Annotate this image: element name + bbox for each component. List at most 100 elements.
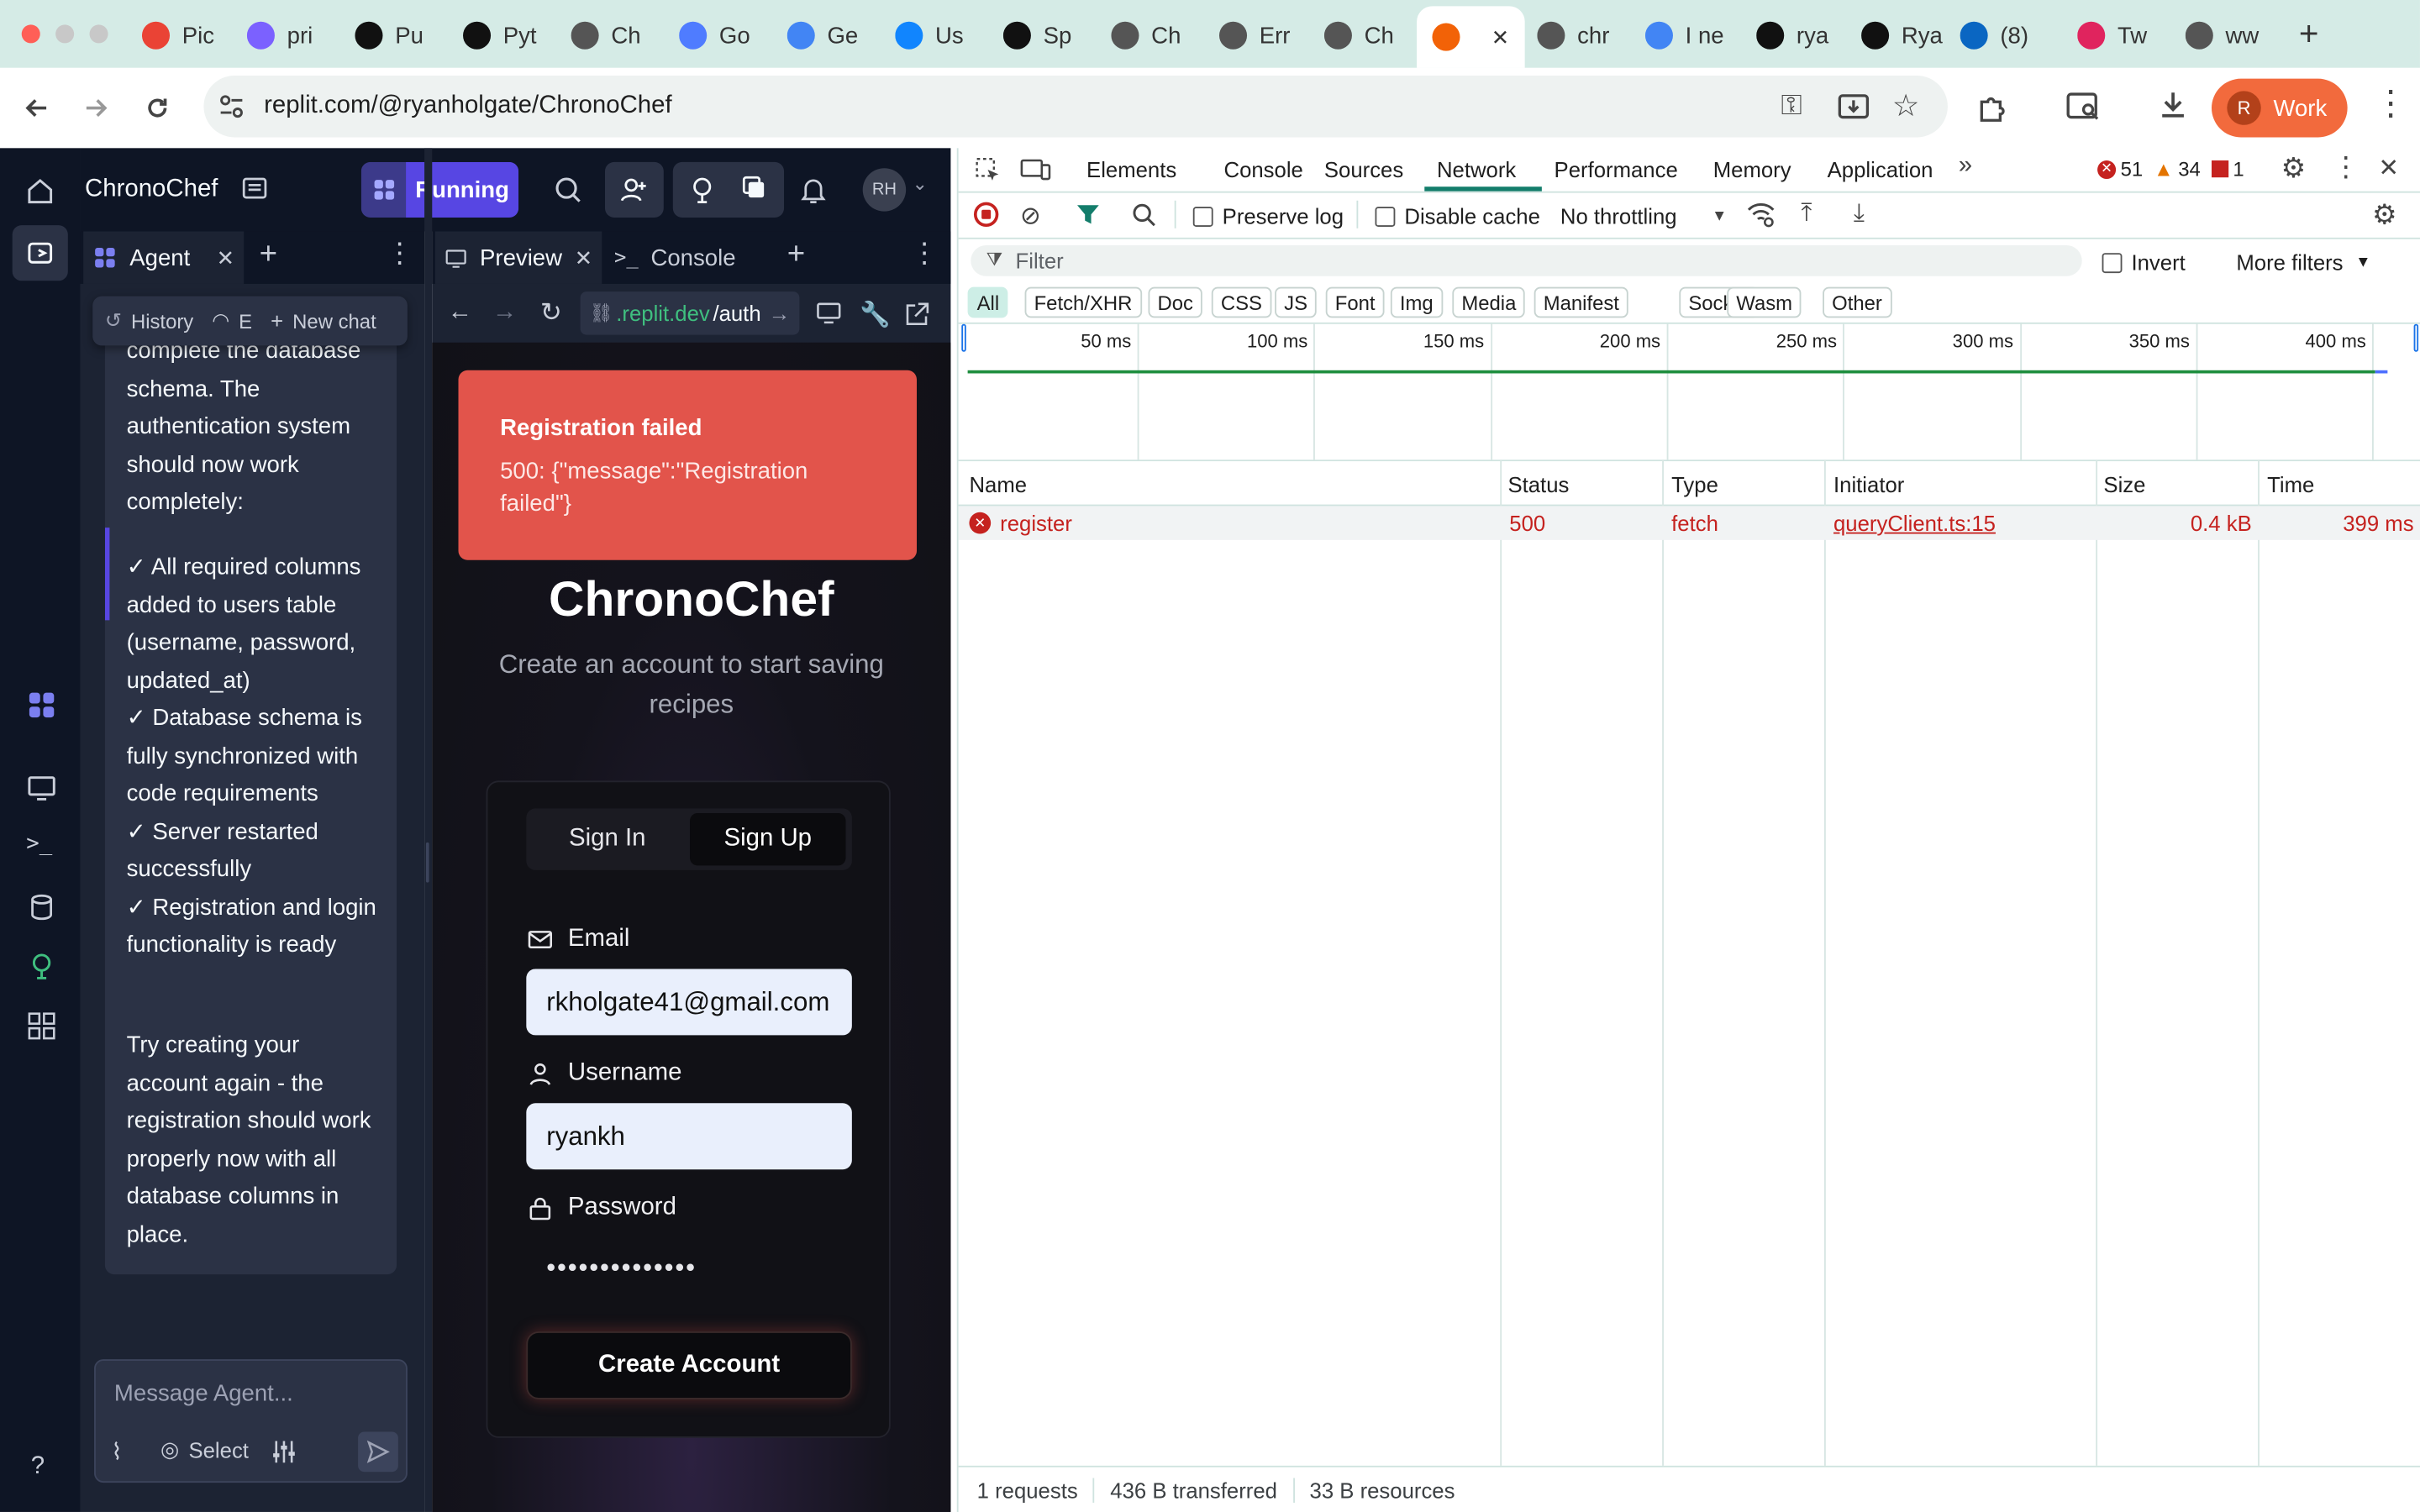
preview-url-bar[interactable]: ⛓ .replit.dev /auth → <box>580 291 800 335</box>
checkbox[interactable] <box>1375 206 1396 227</box>
browser-tab[interactable]: Ch <box>1323 9 1407 61</box>
filter-chip-media[interactable]: Media <box>1452 286 1526 318</box>
select-element-button[interactable]: ◎ Select <box>160 1436 249 1462</box>
browser-tab[interactable]: ✕ <box>1417 6 1525 68</box>
browser-tab[interactable]: Ge <box>786 9 880 61</box>
send-icon[interactable] <box>358 1431 398 1473</box>
invite-user-icon[interactable] <box>604 161 664 218</box>
pane-resize-handle[interactable] <box>424 148 433 1512</box>
browser-menu-icon[interactable]: ⋮ <box>2374 83 2407 123</box>
forward-arrow-icon[interactable] <box>74 87 117 129</box>
tab-search-icon[interactable] <box>2065 90 2102 132</box>
browser-tab[interactable]: Tw <box>2077 9 2170 61</box>
open-new-window-icon[interactable] <box>902 301 930 336</box>
chevron-down-icon[interactable]: ⌄ <box>912 173 927 195</box>
add-tab-plus-icon[interactable]: + <box>787 238 805 273</box>
bookmark-star-icon[interactable]: ☆ <box>1892 87 1920 125</box>
filter-input[interactable]: ⧩ Filter <box>971 245 2082 276</box>
column-header-status[interactable]: Status <box>1507 472 1569 496</box>
new-chat-button[interactable]: New chat <box>292 309 376 333</box>
browser-tab[interactable]: Ch <box>571 9 664 61</box>
devtools-tab-console[interactable]: Console <box>1224 148 1303 191</box>
devtools-menu-icon[interactable]: ⋮ <box>2332 151 2360 184</box>
browser-tab[interactable]: Pyt <box>463 9 555 61</box>
filter-chip-js[interactable]: JS <box>1275 286 1318 318</box>
column-header-initiator[interactable]: Initiator <box>1833 472 1904 496</box>
filter-chip-fetchxhr[interactable]: Fetch/XHR <box>1024 286 1142 318</box>
browser-tab[interactable]: pri <box>246 9 339 61</box>
browser-tab[interactable]: rya <box>1756 9 1846 61</box>
browser-tab[interactable]: I ne <box>1644 9 1741 61</box>
extensions-puzzle-icon[interactable] <box>1975 90 2009 132</box>
browser-tab[interactable]: Pu <box>355 9 447 61</box>
filter-chip-css[interactable]: CSS <box>1211 286 1271 318</box>
preserve-log-checkbox[interactable]: Preserve log <box>1192 203 1344 228</box>
column-header-size[interactable]: Size <box>2103 472 2145 496</box>
password-field[interactable]: •••••••••••••• <box>526 1237 852 1304</box>
agent-icon[interactable] <box>26 690 57 728</box>
settings-sliders-icon[interactable] <box>270 1438 297 1473</box>
browser-tab[interactable]: Rya <box>1861 9 1948 61</box>
devtools-tab-memory[interactable]: Memory <box>1713 148 1791 191</box>
project-files-icon[interactable] <box>241 175 269 210</box>
reload-icon[interactable] <box>136 87 179 129</box>
search-icon[interactable] <box>553 175 584 213</box>
import-har-icon[interactable]: ⤒ <box>1801 201 1812 228</box>
browser-tab[interactable]: Err <box>1218 9 1312 61</box>
device-view-icon[interactable] <box>815 301 843 333</box>
browser-tab[interactable]: ww <box>2185 9 2269 61</box>
inspect-element-icon[interactable] <box>974 156 1002 192</box>
checkbox[interactable] <box>1192 206 1213 227</box>
downloads-icon[interactable] <box>2156 88 2190 130</box>
deploy-icon[interactable] <box>687 175 718 213</box>
agent-message-input[interactable]: Message Agent... <box>114 1381 293 1407</box>
install-app-icon[interactable] <box>1837 90 1870 132</box>
key-icon[interactable]: ⚿ <box>1781 90 1802 123</box>
filter-chip-all[interactable]: All <box>967 286 1009 318</box>
devtools-tab-network[interactable]: Network <box>1437 148 1516 191</box>
console-tab[interactable]: >_ Console <box>614 232 736 284</box>
preview-forward-icon[interactable]: → <box>492 299 517 327</box>
webview-icon[interactable] <box>26 771 57 810</box>
signup-tab[interactable]: Sign Up <box>690 812 846 866</box>
help-icon[interactable]: ? <box>31 1453 45 1481</box>
filter-funnel-icon[interactable] <box>1076 203 1100 233</box>
network-settings-gear-icon[interactable]: ⚙ <box>2372 199 2397 232</box>
project-name[interactable]: ChronoChef <box>85 176 218 203</box>
close-tab-icon[interactable]: ✕ <box>1491 24 1510 50</box>
filter-chip-doc[interactable]: Doc <box>1148 286 1203 318</box>
agent-tab[interactable]: Agent ✕ <box>83 231 245 284</box>
checkpoint-gauge-icon[interactable]: ◠ <box>212 308 229 333</box>
close-tab-icon[interactable]: ✕ <box>575 244 593 270</box>
preview-back-icon[interactable]: ← <box>448 299 472 327</box>
issue-counters[interactable]: ✕ 51 ▲ 34 1 <box>2097 157 2244 181</box>
email-field[interactable]: rkholgate41@gmail.com <box>526 969 852 1036</box>
minimize-window-button[interactable] <box>55 24 75 44</box>
deployments-icon[interactable] <box>26 950 57 989</box>
export-har-icon[interactable]: ⤓ <box>1854 201 1865 228</box>
history-button[interactable]: History <box>131 309 193 333</box>
table-row[interactable]: ✕ register 500 fetch queryClient.ts:15 0… <box>958 506 2420 540</box>
username-field[interactable]: ryankh <box>526 1103 852 1170</box>
zoom-window-button[interactable] <box>89 24 108 44</box>
address-bar[interactable]: replit.com/@ryanholgate/ChronoChef ⚿ ☆ <box>203 75 1948 138</box>
database-icon[interactable] <box>26 892 57 931</box>
clear-log-icon[interactable]: ⊘ <box>1020 201 1041 232</box>
browser-tab[interactable]: chr <box>1537 9 1633 61</box>
tab-menu-icon[interactable]: ⋮ <box>386 238 413 270</box>
filter-chip-other[interactable]: Other <box>1823 286 1891 318</box>
devtools-tab-performance[interactable]: Performance <box>1555 148 1678 191</box>
shell-icon[interactable]: >_ <box>26 832 52 856</box>
browser-tab[interactable]: Pic <box>141 9 232 61</box>
invert-checkbox[interactable]: Invert <box>2102 250 2186 275</box>
tab-menu-icon[interactable]: ⋮ <box>911 238 939 270</box>
create-account-button[interactable]: Create Account <box>526 1331 852 1399</box>
back-arrow-icon[interactable] <box>15 87 58 129</box>
notifications-bell-icon[interactable] <box>798 175 829 213</box>
devtools-tab-elements[interactable]: Elements <box>1086 148 1176 191</box>
profile-button[interactable]: R Work <box>2211 78 2348 138</box>
request-name[interactable]: register <box>1000 511 1072 535</box>
browser-tab[interactable]: Go <box>679 9 771 61</box>
browser-tab[interactable]: Us <box>895 9 987 61</box>
timeline-handle-right[interactable] <box>2413 323 2419 352</box>
